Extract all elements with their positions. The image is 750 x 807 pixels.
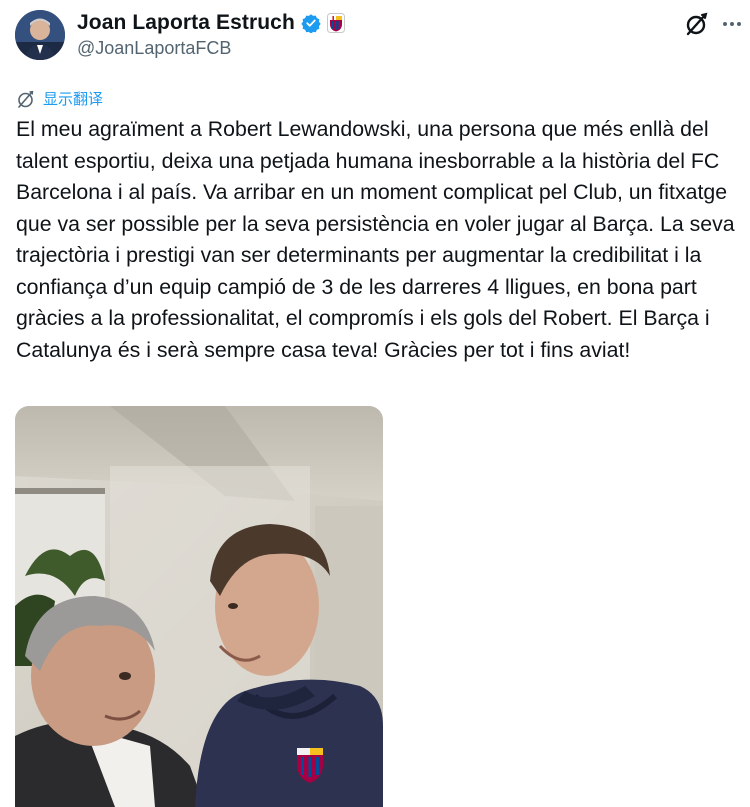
avatar-photo (15, 10, 65, 60)
more-icon (723, 22, 741, 26)
fcb-crest-icon (326, 13, 345, 33)
tweet-text: El meu agraïment a Robert Lewandowski, u… (16, 117, 735, 362)
translate-link[interactable]: 显示翻译 (17, 88, 103, 109)
author-handle[interactable]: @JoanLaportaFCB (77, 38, 231, 59)
translate-label[interactable]: 显示翻译 (43, 88, 103, 109)
tweet-photo-image (15, 406, 383, 807)
grok-icon (686, 12, 708, 36)
author-name-row: Joan Laporta Estruch (77, 11, 345, 35)
grok-button[interactable] (683, 10, 711, 38)
author-display-name[interactable]: Joan Laporta Estruch (77, 11, 295, 35)
author-avatar[interactable] (15, 10, 65, 60)
more-options-button[interactable] (718, 10, 746, 38)
tweet-media-photo[interactable] (15, 406, 383, 807)
verified-badge-icon (301, 14, 321, 33)
translate-icon (18, 90, 34, 108)
